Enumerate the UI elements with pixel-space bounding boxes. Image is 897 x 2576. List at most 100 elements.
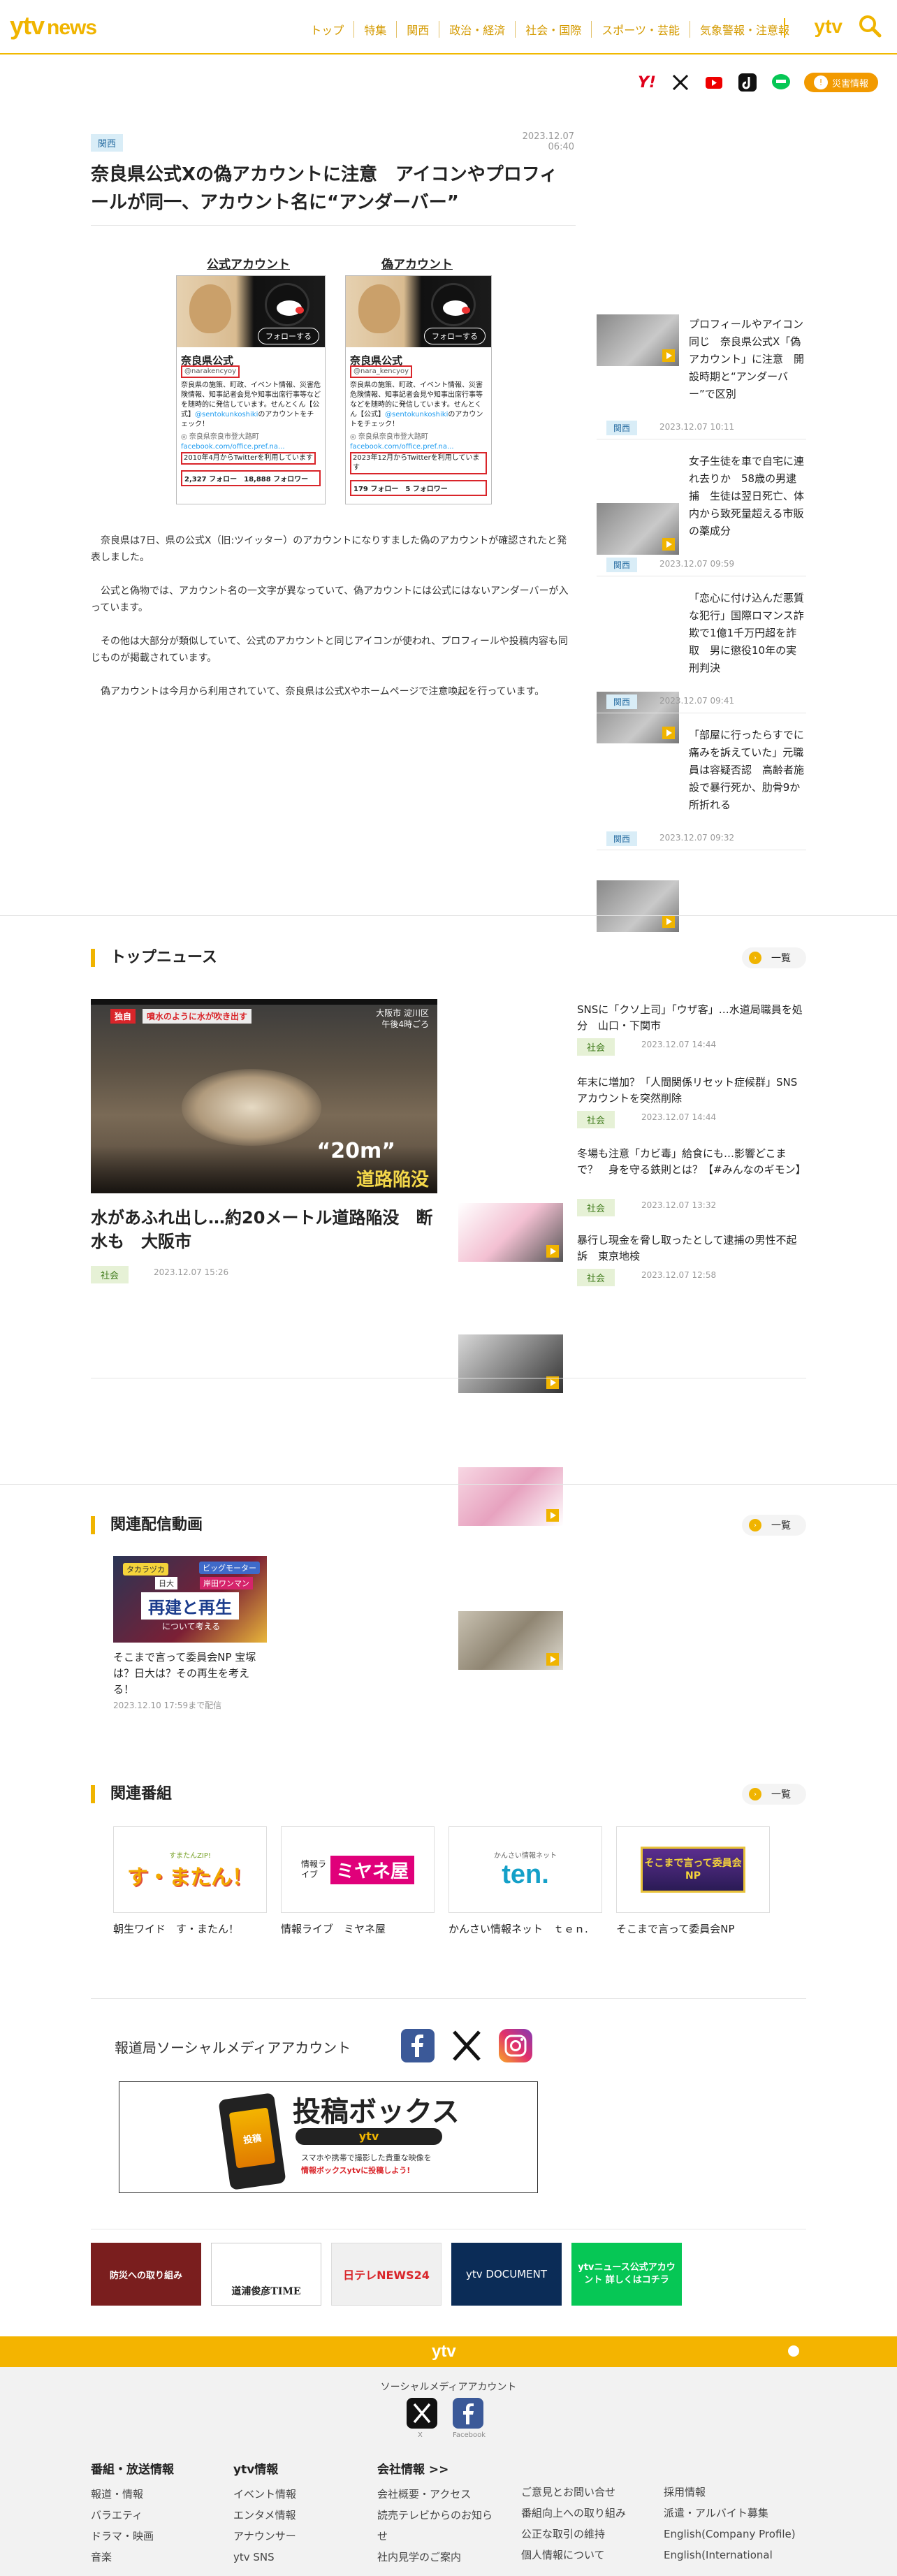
nav-item-sports[interactable]: スポーツ・芸能 — [592, 21, 690, 38]
footer-link[interactable]: 採用情報 — [664, 2482, 796, 2503]
news-item-date: 2023.12.07 12:58 — [641, 1270, 717, 1280]
disaster-info-button[interactable]: ! 災害情報 — [803, 73, 878, 92]
news-item-title[interactable]: 暴行し現金を脅し取ったとして逮捕の男性不起訴 東京地検 — [577, 1232, 805, 1265]
banner-bosai[interactable]: 防災への取り組み — [91, 2243, 201, 2306]
program-name[interactable]: 情報ライブ ミヤネ屋 — [281, 1921, 435, 1937]
banner-michiura[interactable]: 道浦俊彦TIME — [211, 2243, 321, 2306]
side-item-title[interactable]: 「部屋に行ったらすでに痛みを訴えていた」元職員は容疑否認 高齢者施設で暴行死か、… — [689, 727, 806, 814]
x-icon[interactable] — [670, 72, 691, 93]
main-news-category[interactable]: 社会 — [91, 1266, 129, 1283]
article-category[interactable]: 関西 — [91, 134, 124, 152]
news-thumb[interactable] — [458, 1467, 563, 1526]
news-item-title[interactable]: SNSに「クソ上司」「ウザ客」…水道局職員を処分 山口・下関市 — [577, 1002, 805, 1034]
news-item-category[interactable]: 社会 — [577, 1038, 615, 1056]
yahoo-icon[interactable]: Y! — [636, 72, 657, 93]
footer-link[interactable]: ytv SNS — [233, 2547, 296, 2568]
social-accounts-label: 報道局ソーシャルメディアアカウント — [115, 2039, 351, 2056]
banner-line-official[interactable]: ytvニュース公式アカウント 詳しくはコチラ — [571, 2243, 682, 2306]
top-news-more-button[interactable]: › 一覧 — [742, 947, 806, 968]
footer-link[interactable]: アナウンサー — [233, 2526, 296, 2547]
alert-icon: ! — [813, 75, 828, 89]
official-joined: 2010年4月からTwitterを利用しています — [181, 452, 316, 465]
footer-link[interactable]: エンタメ情報 — [233, 2505, 296, 2526]
program-name[interactable]: そこまで言って委員会NP — [616, 1921, 770, 1937]
instagram-icon[interactable] — [499, 2029, 532, 2062]
article-paragraph: 偽アカウントは今月から利用されていて、奈良県は公式Xやホームページで注意喚起を行… — [101, 686, 545, 697]
footer-column: 採用情報 派遣・アルバイト募集 English(Company Profile)… — [664, 2482, 796, 2566]
program-logo[interactable]: すまたんZIP! す・またん！ — [113, 1826, 267, 1913]
site-logo[interactable]: ytv news — [10, 11, 97, 41]
side-item-title[interactable]: プロフィールやアイコン同じ 奈良県公式X「偽アカウント」に注意 開設時期と“アン… — [689, 316, 806, 403]
footer-link[interactable]: 派遣・アルバイト募集 — [664, 2503, 796, 2524]
ytv-logo[interactable]: ytv — [815, 15, 843, 38]
footer-link[interactable]: ドラマ・映画 — [91, 2526, 174, 2547]
play-icon — [546, 1653, 559, 1666]
side-date: 2023.12.07 09:59 — [659, 559, 735, 569]
footer-link[interactable]: 社内見学のご案内 — [377, 2547, 496, 2568]
news-item-category[interactable]: 社会 — [577, 1269, 615, 1286]
x-icon[interactable] — [407, 2398, 437, 2429]
nav-item-politics[interactable]: 政治・経済 — [439, 21, 516, 38]
nav-item-weather[interactable]: 気象警報・注意報 — [690, 21, 799, 38]
footer-link[interactable]: 会社概要・アクセス — [377, 2484, 496, 2505]
news-item-category[interactable]: 社会 — [577, 1111, 615, 1128]
side-category[interactable]: 関西 — [606, 831, 638, 846]
banner-ntv24[interactable]: 日テレNEWS24 — [331, 2243, 442, 2306]
footer-link[interactable]: 番組向上への取り組み — [521, 2503, 626, 2524]
youtube-icon[interactable] — [703, 72, 724, 93]
footer-logo[interactable]: ytv — [432, 2342, 456, 2362]
facebook-icon[interactable] — [453, 2398, 483, 2429]
related-video-thumb[interactable]: タカラヅカ ビッグモーター 日大 岸田ワンマン 再建と再生 について考える — [113, 1556, 267, 1643]
footer-link[interactable]: 報道・情報 — [91, 2484, 174, 2505]
fake-caption: 偽アカウント — [381, 258, 453, 272]
side-thumb[interactable] — [597, 880, 679, 932]
footer-link[interactable]: 個人情報について — [521, 2545, 626, 2566]
search-icon[interactable] — [858, 14, 882, 38]
toko-box-banner[interactable]: 投稿 投稿ボックス ytv スマホや携帯で撮影した貴重な映像を 情報ボックスyt… — [119, 2081, 538, 2193]
nav-item-feature[interactable]: 特集 — [354, 21, 398, 38]
news-thumb[interactable] — [458, 1611, 563, 1670]
related-video-title[interactable]: そこまで言って委員会NP 宝塚は？日大は？その再生を考える！ — [113, 1650, 268, 1698]
news-item-title[interactable]: 年末に増加？「人間関係リセット症候群」SNSアカウントを突然削除 — [577, 1075, 805, 1107]
nav-item-top[interactable]: トップ — [300, 21, 355, 38]
side-item-title[interactable]: 女子生徒を車で自宅に連れ去りか 58歳の男逮捕 生徒は翌日死亡、体内から致死量超… — [689, 453, 806, 540]
banner-ytv-document[interactable]: ytv DOCUMENT — [451, 2243, 562, 2306]
side-category[interactable]: 関西 — [606, 558, 638, 572]
news-item-title[interactable]: 冬場も注意「カビ毒」給食にも…影響どこまで？ 身を守る鉄則とは？【#みんなのギモ… — [577, 1146, 806, 1178]
side-category[interactable]: 関西 — [606, 421, 638, 435]
x-icon[interactable] — [450, 2029, 483, 2062]
footer-link[interactable]: 音楽 — [91, 2547, 174, 2568]
footer-link[interactable]: English(International — [664, 2545, 796, 2566]
program-name[interactable]: 朝生ワイド す・またん！ — [113, 1921, 267, 1937]
side-thumb[interactable] — [597, 314, 679, 366]
side-category[interactable]: 関西 — [606, 694, 638, 709]
side-item-title[interactable]: 「恋心に付け込んだ悪質な犯行」国際ロマンス詐欺で1億1千万円超を詐取 男に懲役1… — [689, 590, 806, 677]
footer-link[interactable]: English(Company Profile) — [664, 2524, 796, 2545]
side-thumb[interactable] — [597, 503, 679, 555]
page-top-icon[interactable] — [788, 2345, 799, 2357]
program-logo[interactable]: そこまで言って委員会NP — [616, 1826, 770, 1913]
main-news-title[interactable]: 水があふれ出し…約20メートル道路陥没 断水も 大阪市 — [91, 1206, 437, 1253]
program-name[interactable]: かんさい情報ネット ｔｅｎ. — [449, 1921, 602, 1937]
tiktok-icon[interactable] — [737, 72, 758, 93]
line-icon[interactable] — [771, 72, 792, 93]
nav-item-society[interactable]: 社会・国際 — [516, 21, 592, 38]
facebook-icon[interactable] — [401, 2029, 435, 2062]
program-logo[interactable]: 情報ライブ ミヤネ屋 — [281, 1826, 435, 1913]
article-paragraph: 公式と偽物では、アカウント名の一文字が異なっていて、偽アカウントには公式にはない… — [91, 585, 569, 613]
news-thumb[interactable] — [458, 1334, 563, 1393]
nav-item-kansai[interactable]: 関西 — [397, 21, 440, 38]
news-thumb[interactable] — [458, 1203, 563, 1262]
program-logo[interactable]: かんさい情報ネット ten. — [449, 1826, 602, 1913]
footer-link[interactable]: ご意見とお問い合せ — [521, 2482, 626, 2503]
main-news-thumb[interactable]: 独自 噴水のように水が吹き出す 大阪市 淀川区 午後4時ごろ “20m” 道路陥没 — [91, 999, 437, 1193]
news-item-category[interactable]: 社会 — [577, 1199, 615, 1216]
related-programs-heading: 関連番組 — [91, 1785, 172, 1803]
footer-link[interactable]: イベント情報 — [233, 2484, 296, 2505]
footer-column: 会社情報 >> 会社概要・アクセス 読売テレビからのお知らせ 社内見学のご案内 — [377, 2459, 496, 2568]
related-programs-more-button[interactable]: › 一覧 — [742, 1784, 806, 1805]
footer-link[interactable]: バラエティ — [91, 2505, 174, 2526]
related-video-more-button[interactable]: › 一覧 — [742, 1515, 806, 1536]
footer-link[interactable]: 公正な取引の維持 — [521, 2524, 626, 2545]
footer-link[interactable]: 読売テレビからのお知らせ — [377, 2505, 496, 2547]
